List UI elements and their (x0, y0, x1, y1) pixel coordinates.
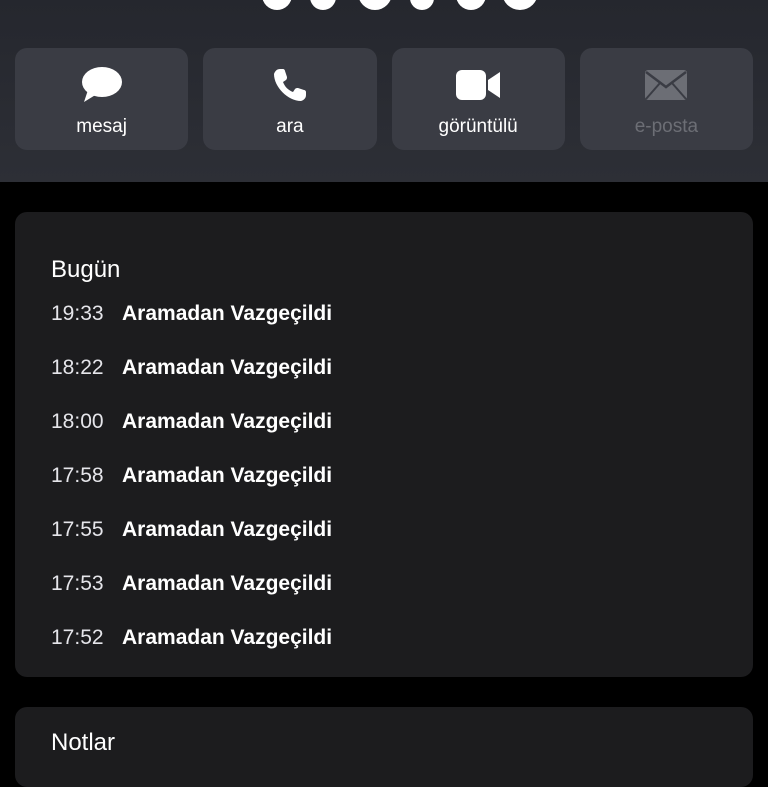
call-status: Aramadan Vazgeçildi (122, 464, 333, 487)
recent-calls-list: 19:33 Aramadan Vazgeçildi 18:22 Aramadan… (51, 302, 332, 680)
call-status: Aramadan Vazgeçildi (122, 626, 333, 649)
call-time: 17:58 (51, 464, 104, 487)
phone-icon (272, 66, 308, 104)
video-call-button[interactable]: görüntülü (391, 48, 565, 150)
call-button-label: ara (276, 116, 304, 137)
notes-card[interactable]: Notlar (15, 707, 753, 787)
call-row: 17:55 Aramadan Vazgeçildi (51, 518, 332, 572)
call-status: Aramadan Vazgeçildi (122, 302, 333, 325)
contact-name-cropped (240, 0, 560, 10)
email-button[interactable]: e-posta (579, 48, 753, 150)
call-row: 19:33 Aramadan Vazgeçildi (51, 302, 332, 356)
envelope-icon (644, 66, 688, 104)
call-button[interactable]: ara (203, 48, 377, 150)
call-row: 17:58 Aramadan Vazgeçildi (51, 464, 332, 518)
video-call-button-label: görüntülü (438, 116, 518, 137)
message-button[interactable]: mesaj (15, 48, 189, 150)
message-button-label: mesaj (76, 116, 127, 137)
call-status: Aramadan Vazgeçildi (122, 410, 333, 433)
call-row: 17:52 Aramadan Vazgeçildi (51, 626, 332, 680)
call-row: 18:22 Aramadan Vazgeçildi (51, 356, 332, 410)
video-camera-icon (456, 66, 501, 104)
call-row: 17:53 Aramadan Vazgeçildi (51, 572, 332, 626)
call-time: 17:55 (51, 518, 104, 541)
call-time: 17:53 (51, 572, 104, 595)
call-time: 18:22 (51, 356, 104, 379)
call-row: 18:00 Aramadan Vazgeçildi (51, 410, 332, 464)
contact-header: mesaj ara görüntülü e-posta (0, 0, 768, 182)
recent-calls-title: Bugün (51, 256, 121, 283)
call-time: 17:52 (51, 626, 104, 649)
recent-calls-card: Bugün 19:33 Aramadan Vazgeçildi 18:22 Ar… (15, 212, 753, 677)
contact-action-row: mesaj ara görüntülü e-posta (15, 48, 753, 150)
call-time: 18:00 (51, 410, 104, 433)
call-status: Aramadan Vazgeçildi (122, 518, 333, 541)
call-status: Aramadan Vazgeçildi (122, 572, 333, 595)
message-bubble-icon (81, 66, 123, 104)
email-button-label: e-posta (634, 116, 699, 137)
notes-title: Notlar (51, 729, 116, 756)
call-time: 19:33 (51, 302, 104, 325)
call-status: Aramadan Vazgeçildi (122, 356, 333, 379)
